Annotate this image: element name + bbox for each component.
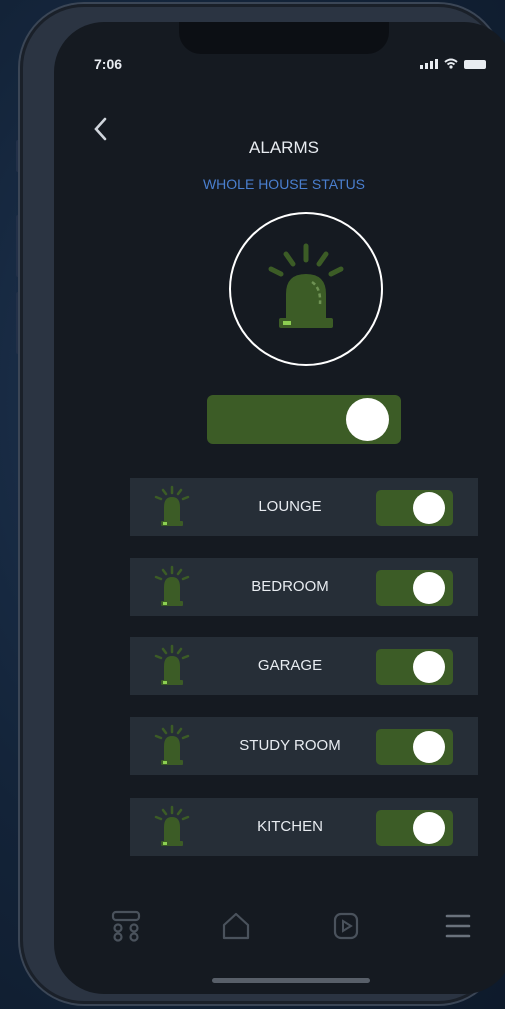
home-icon: [222, 912, 250, 940]
siren-icon: [154, 805, 190, 846]
room-toggle-bedroom[interactable]: [376, 570, 453, 606]
siren-icon: [154, 565, 190, 606]
siren-icon: [154, 644, 190, 685]
notch: [179, 22, 389, 54]
siren-icon: [268, 243, 344, 328]
devices-grid-icon: [111, 910, 141, 942]
page-title: ALARMS: [249, 138, 319, 157]
tab-devices[interactable]: [104, 904, 148, 948]
home-indicator[interactable]: [212, 978, 370, 983]
menu-icon: [445, 914, 471, 938]
master-alarm-toggle[interactable]: [207, 395, 401, 444]
room-row-bedroom: BEDROOM: [130, 558, 478, 616]
battery-icon: [464, 60, 486, 69]
status-icons: [420, 58, 486, 69]
room-label: BEDROOM: [251, 578, 329, 595]
room-row-lounge: LOUNGE: [130, 478, 478, 536]
room-row-garage: GARAGE: [130, 637, 478, 695]
siren-icon: [154, 724, 190, 765]
room-label: KITCHEN: [257, 818, 323, 835]
app-screen: 7:06 ALARMS WHOLE HOUSE STATUS LOUNGE BE…: [54, 22, 505, 994]
phone-frame: 7:06 ALARMS WHOLE HOUSE STATUS LOUNGE BE…: [20, 4, 505, 1004]
page-subtitle[interactable]: WHOLE HOUSE STATUS: [54, 176, 505, 192]
wifi-icon: [444, 58, 458, 69]
room-toggle-study-room[interactable]: [376, 729, 453, 765]
room-row-kitchen: KITCHEN: [130, 798, 478, 856]
room-toggle-garage[interactable]: [376, 649, 453, 685]
media-play-icon: [333, 912, 359, 940]
master-alarm-status: [229, 212, 383, 366]
tab-home[interactable]: [214, 904, 258, 948]
tab-media[interactable]: [324, 904, 368, 948]
toggle-knob: [413, 651, 445, 683]
room-toggle-lounge[interactable]: [376, 490, 453, 526]
toggle-knob: [413, 731, 445, 763]
toggle-knob: [413, 492, 445, 524]
siren-icon: [154, 485, 190, 526]
room-label: LOUNGE: [258, 498, 322, 515]
room-label: GARAGE: [257, 657, 323, 674]
room-label: STUDY ROOM: [239, 737, 341, 754]
toggle-knob: [413, 572, 445, 604]
status-time: 7:06: [94, 56, 123, 72]
bottom-tab-bar: [54, 904, 505, 964]
room-row-study-room: STUDY ROOM: [130, 717, 478, 775]
tab-menu[interactable]: [436, 904, 480, 948]
toggle-knob: [346, 398, 389, 441]
signal-icon: [420, 59, 438, 69]
toggle-knob: [413, 812, 445, 844]
room-toggle-kitchen[interactable]: [376, 810, 453, 846]
